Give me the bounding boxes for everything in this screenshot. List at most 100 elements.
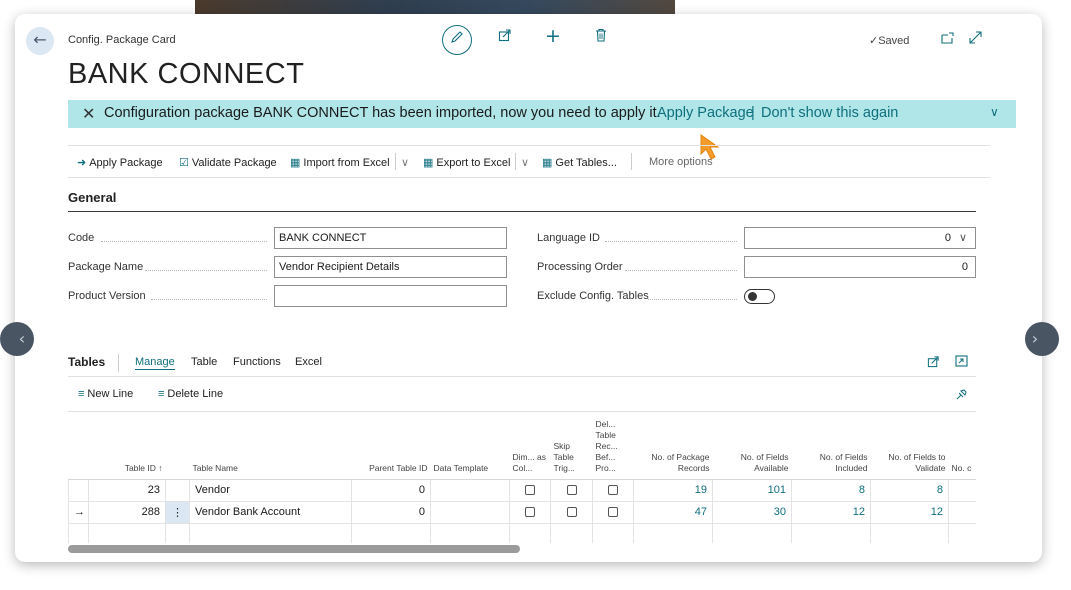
product-version-field[interactable]	[274, 285, 507, 307]
dim-as-col-checkbox[interactable]	[525, 507, 535, 518]
general-section-heading[interactable]: General	[68, 190, 116, 205]
language-id-label: Language ID	[537, 232, 600, 244]
divider	[515, 153, 516, 170]
focus-mode-icon[interactable]	[955, 355, 968, 371]
dont-show-again-link[interactable]: Don't show this again	[761, 105, 898, 121]
delete-icon[interactable]	[595, 28, 607, 46]
cell-skip-table-trig	[550, 500, 593, 524]
validate-package-button[interactable]: ☑ Validate Package	[179, 156, 277, 169]
skip-table-trig-checkbox[interactable]	[566, 507, 577, 518]
tab-functions[interactable]: Functions	[233, 356, 281, 368]
column-header-fields-available[interactable]: No. of Fields Available	[712, 412, 792, 480]
cell-fields-to-validate[interactable]: 8	[870, 478, 949, 502]
del-table-rec-checkbox[interactable]	[608, 485, 618, 496]
table-row-empty[interactable]	[68, 522, 976, 543]
cell-table-id[interactable]: 288	[88, 500, 166, 524]
tab-manage[interactable]: Manage	[135, 356, 175, 370]
column-header-del-table-rec[interactable]: Del... Table Rec... Bef... Pro...	[592, 412, 634, 480]
skip-table-trig-checkbox[interactable]	[566, 485, 577, 496]
add-icon[interactable]: +	[545, 25, 561, 47]
apply-package-link[interactable]: Apply Package	[657, 105, 754, 121]
cell-fields-available[interactable]: 30	[712, 500, 792, 524]
cell-fields-available[interactable]: 101	[712, 478, 792, 502]
language-id-chevron-icon[interactable]: ∨	[959, 231, 967, 244]
processing-order-field[interactable]: 0	[744, 256, 976, 278]
column-header-more[interactable]: No. c	[948, 412, 976, 480]
cell-parent-table-id[interactable]: 0	[351, 478, 431, 502]
new-line-button[interactable]: ≡ New Line	[78, 388, 133, 400]
share-icon[interactable]	[927, 355, 940, 372]
import-dropdown-chevron-icon[interactable]: ∨	[399, 156, 409, 169]
edit-icon[interactable]	[442, 25, 472, 55]
horizontal-scrollbar[interactable]	[68, 545, 520, 553]
export-dropdown-chevron-icon[interactable]: ∨	[519, 156, 529, 169]
cell-data-template[interactable]	[430, 500, 510, 524]
cell-fields-to-validate[interactable]: 12	[870, 500, 949, 524]
language-id-field[interactable]: 0	[744, 227, 976, 249]
cell-fields-included[interactable]: 8	[791, 478, 871, 502]
pin-icon[interactable]	[956, 388, 968, 403]
tables-heading[interactable]: Tables	[68, 355, 105, 369]
save-status: ✓Saved	[869, 34, 909, 47]
table-row[interactable]: → 288 ⋮ Vendor Bank Account 0 47 30 12 1…	[68, 500, 976, 524]
divider	[118, 354, 119, 372]
import-from-excel-button[interactable]: ▦ Import from Excel	[290, 156, 390, 169]
del-table-rec-checkbox[interactable]	[608, 507, 618, 518]
next-page-button[interactable]: ›	[1025, 322, 1059, 356]
cell-table-id[interactable]: 23	[88, 478, 166, 502]
cell-fields-included[interactable]: 12	[791, 500, 871, 524]
column-header-indicator	[68, 412, 89, 480]
package-name-field[interactable]: Vendor Recipient Details	[274, 256, 507, 278]
new-line-label: New Line	[87, 388, 134, 400]
tab-table[interactable]: Table	[191, 356, 217, 368]
open-new-window-icon[interactable]	[941, 30, 954, 48]
column-header-dim-as-col[interactable]: Dim... as Col...	[509, 412, 551, 480]
table-row[interactable]: 23 Vendor 0 19 101 8 8	[68, 478, 976, 502]
exclude-config-tables-toggle[interactable]	[744, 289, 775, 304]
config-package-card: ← Config. Package Card + ✓Saved BANK CON…	[15, 14, 1042, 562]
export-to-excel-button[interactable]: ▦ Export to Excel	[423, 156, 510, 169]
cell-more	[948, 500, 976, 524]
column-header-table-id[interactable]: Table ID ↑	[88, 412, 166, 480]
column-header-skip-table-trig[interactable]: Skip Table Trig...	[550, 412, 593, 480]
leader-dots	[625, 270, 737, 271]
row-indicator: →	[68, 500, 89, 524]
more-options-button[interactable]: More options	[649, 156, 713, 168]
row-indicator	[68, 478, 89, 502]
back-button[interactable]: ←	[26, 27, 54, 55]
delete-line-button[interactable]: ≡ Delete Line	[158, 388, 223, 400]
cell-table-name[interactable]: Vendor Bank Account	[189, 500, 352, 524]
cell-table-name[interactable]: Vendor	[189, 478, 352, 502]
background-image	[195, 0, 675, 14]
expand-icon[interactable]	[969, 30, 982, 48]
column-header-data-template[interactable]: Data Template	[430, 412, 510, 480]
column-header-fields-included[interactable]: No. of Fields Included	[791, 412, 871, 480]
tables-tab-bar: Tables Manage Table Functions Excel	[68, 354, 976, 377]
apply-package-button[interactable]: ➜ Apply Package	[77, 156, 163, 169]
tables-grid: Table ID ↑ Table Name Parent Table ID Da…	[68, 411, 976, 543]
cell-package-records[interactable]: 47	[633, 500, 713, 524]
cell-package-records[interactable]: 19	[633, 478, 713, 502]
previous-page-button[interactable]: ‹	[0, 322, 34, 356]
code-field[interactable]: BANK CONNECT	[274, 227, 507, 249]
cell-data-template[interactable]	[430, 478, 510, 502]
get-tables-label: Get Tables...	[555, 157, 617, 169]
tab-excel[interactable]: Excel	[295, 356, 322, 368]
dim-as-col-checkbox[interactable]	[525, 485, 535, 496]
get-tables-button[interactable]: ▦ Get Tables...	[542, 156, 617, 169]
validate-icon: ☑	[179, 157, 189, 169]
leader-dots	[151, 299, 267, 300]
divider	[631, 153, 632, 170]
package-name-label: Package Name	[68, 261, 144, 273]
column-header-fields-to-validate[interactable]: No. of Fields to Validate	[870, 412, 949, 480]
chevron-down-icon[interactable]: ∨	[990, 105, 999, 119]
row-menu-icon[interactable]: ⋮	[165, 500, 190, 524]
share-icon[interactable]	[498, 28, 512, 46]
column-header-package-records[interactable]: No. of Package Records	[633, 412, 713, 480]
column-header-parent-table-id[interactable]: Parent Table ID	[351, 412, 431, 480]
leader-dots	[101, 241, 267, 242]
column-header-table-name[interactable]: Table Name	[189, 412, 352, 480]
excel-import-icon: ▦	[290, 157, 301, 169]
cell-parent-table-id[interactable]: 0	[351, 500, 431, 524]
close-icon[interactable]: ✕	[82, 104, 95, 124]
